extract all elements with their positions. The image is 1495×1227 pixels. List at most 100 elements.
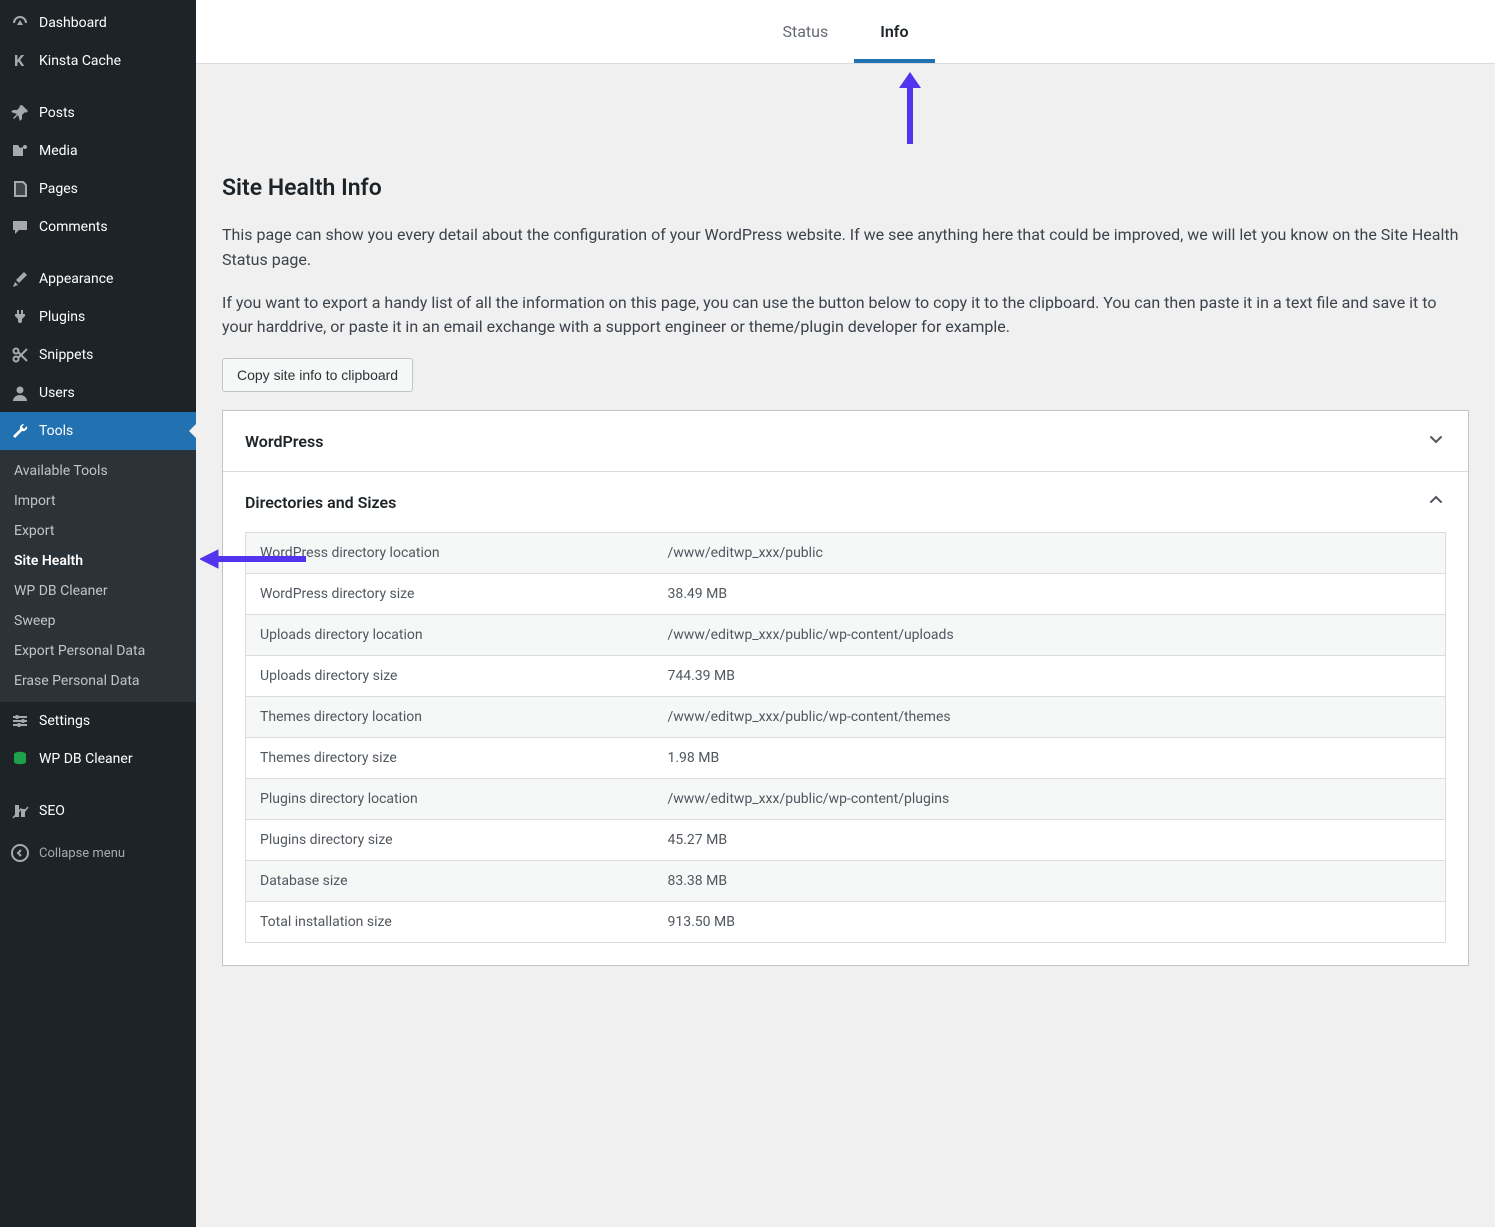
plug-icon (10, 307, 30, 327)
submenu-item-erase-personal-data[interactable]: Erase Personal Data (0, 666, 196, 696)
info-table: WordPress directory location/www/editwp_… (245, 532, 1446, 943)
submenu-item-wp-db-cleaner[interactable]: WP DB Cleaner (0, 576, 196, 606)
tab-bar: Status Info (196, 0, 1495, 64)
table-row: Database size83.38 MB (246, 861, 1446, 902)
table-row: Plugins directory size45.27 MB (246, 820, 1446, 861)
info-key: WordPress directory size (246, 574, 654, 615)
pin-icon (10, 103, 30, 123)
sidebar-item-label: Plugins (39, 309, 85, 325)
chevron-down-icon (1426, 429, 1446, 453)
copy-clipboard-button[interactable]: Copy site info to clipboard (222, 358, 413, 392)
svg-text:K: K (14, 51, 25, 70)
info-value: /www/editwp_xxx/public/wp-content/upload… (654, 615, 1446, 656)
sidebar-item-comments[interactable]: Comments (0, 208, 196, 246)
gauge-icon (10, 13, 30, 33)
sidebar-item-pages[interactable]: Pages (0, 170, 196, 208)
sidebar-item-appearance[interactable]: Appearance (0, 260, 196, 298)
info-value: /www/editwp_xxx/public (654, 533, 1446, 574)
submenu-item-sweep[interactable]: Sweep (0, 606, 196, 636)
pages-icon (10, 179, 30, 199)
brush-icon (10, 269, 30, 289)
db-icon (10, 749, 30, 769)
sidebar-item-label: Settings (39, 713, 90, 729)
info-accordion: WordPress Directories and Sizes WordPress … (222, 410, 1469, 966)
section-toggle[interactable]: Directories and Sizes (223, 472, 1468, 532)
sidebar-item-posts[interactable]: Posts (0, 94, 196, 132)
sidebar-item-label: Users (39, 385, 75, 401)
submenu-item-export[interactable]: Export (0, 516, 196, 546)
tab-status[interactable]: Status (756, 0, 854, 63)
submenu-tools: Available ToolsImportExportSite HealthWP… (0, 450, 196, 702)
submenu-item-export-personal-data[interactable]: Export Personal Data (0, 636, 196, 666)
info-key: Plugins directory location (246, 779, 654, 820)
submenu-item-available-tools[interactable]: Available Tools (0, 456, 196, 486)
table-row: WordPress directory location/www/editwp_… (246, 533, 1446, 574)
info-key: Total installation size (246, 902, 654, 943)
info-key: Themes directory location (246, 697, 654, 738)
sidebar-item-label: Pages (39, 181, 78, 197)
submenu-item-import[interactable]: Import (0, 486, 196, 516)
sidebar-item-plugins[interactable]: Plugins (0, 298, 196, 336)
info-key: Themes directory size (246, 738, 654, 779)
user-icon (10, 383, 30, 403)
sidebar-item-snippets[interactable]: Snippets (0, 336, 196, 374)
sidebar-item-label: Media (39, 143, 78, 159)
info-value: /www/editwp_xxx/public/wp-content/themes (654, 697, 1446, 738)
section-wordpress: WordPress (223, 411, 1468, 472)
info-value: 1.98 MB (654, 738, 1446, 779)
info-key: WordPress directory location (246, 533, 654, 574)
info-value: 45.27 MB (654, 820, 1446, 861)
info-value: 913.50 MB (654, 902, 1446, 943)
table-row: Total installation size913.50 MB (246, 902, 1446, 943)
sidebar-item-users[interactable]: Users (0, 374, 196, 412)
sidebar-item-dashboard[interactable]: Dashboard (0, 4, 196, 42)
sidebar-item-tools[interactable]: Tools (0, 412, 196, 450)
tab-info[interactable]: Info (854, 0, 934, 63)
table-row: WordPress directory size38.49 MB (246, 574, 1446, 615)
sidebar-item-kinsta-cache[interactable]: K Kinsta Cache (0, 42, 196, 80)
sidebar-item-label: Snippets (39, 347, 93, 363)
table-row: Uploads directory location/www/editwp_xx… (246, 615, 1446, 656)
section-title: Directories and Sizes (245, 493, 396, 512)
table-row: Uploads directory size744.39 MB (246, 656, 1446, 697)
info-value: 38.49 MB (654, 574, 1446, 615)
section-directories-and-sizes: Directories and Sizes WordPress directory… (223, 472, 1468, 965)
admin-sidebar: Dashboard K Kinsta Cache Posts Media Pages Com… (0, 0, 196, 1227)
collapse-menu-button[interactable]: Collapse menu (0, 834, 196, 872)
info-key: Plugins directory size (246, 820, 654, 861)
media-icon (10, 141, 30, 161)
sliders-icon (10, 711, 30, 731)
sidebar-item-media[interactable]: Media (0, 132, 196, 170)
sidebar-item-wp-db-cleaner[interactable]: WP DB Cleaner (0, 740, 196, 778)
annotation-arrow-info (196, 64, 1495, 144)
sidebar-item-label: Posts (39, 105, 75, 121)
info-key: Database size (246, 861, 654, 902)
sidebar-item-label: Appearance (39, 271, 113, 287)
sidebar-item-label: Dashboard (39, 15, 107, 31)
table-row: Themes directory size1.98 MB (246, 738, 1446, 779)
section-title: WordPress (245, 432, 323, 451)
section-toggle[interactable]: WordPress (223, 411, 1468, 471)
sidebar-item-settings[interactable]: Settings (0, 702, 196, 740)
sidebar-item-label: Tools (39, 423, 73, 439)
table-row: Plugins directory location/www/editwp_xx… (246, 779, 1446, 820)
chevron-up-icon (1426, 490, 1446, 514)
table-row: Themes directory location/www/editwp_xxx… (246, 697, 1446, 738)
submenu-item-site-health[interactable]: Site Health (0, 546, 196, 576)
info-value: 83.38 MB (654, 861, 1446, 902)
collapse-icon (10, 843, 30, 863)
info-value: /www/editwp_xxx/public/wp-content/plugin… (654, 779, 1446, 820)
scissors-icon (10, 345, 30, 365)
sidebar-item-label: WP DB Cleaner (39, 751, 133, 767)
seo-icon (10, 801, 30, 821)
comment-icon (10, 217, 30, 237)
info-key: Uploads directory location (246, 615, 654, 656)
sidebar-item-seo[interactable]: SEO (0, 792, 196, 830)
k-icon: K (10, 51, 30, 71)
page-title: Site Health Info (222, 174, 1469, 201)
intro-paragraph-2: If you want to export a handy list of al… (222, 291, 1469, 341)
collapse-label: Collapse menu (39, 846, 125, 861)
sidebar-item-label: Kinsta Cache (39, 53, 121, 69)
sidebar-item-label: Comments (39, 219, 108, 235)
annotation-arrow-site-health (200, 547, 306, 575)
